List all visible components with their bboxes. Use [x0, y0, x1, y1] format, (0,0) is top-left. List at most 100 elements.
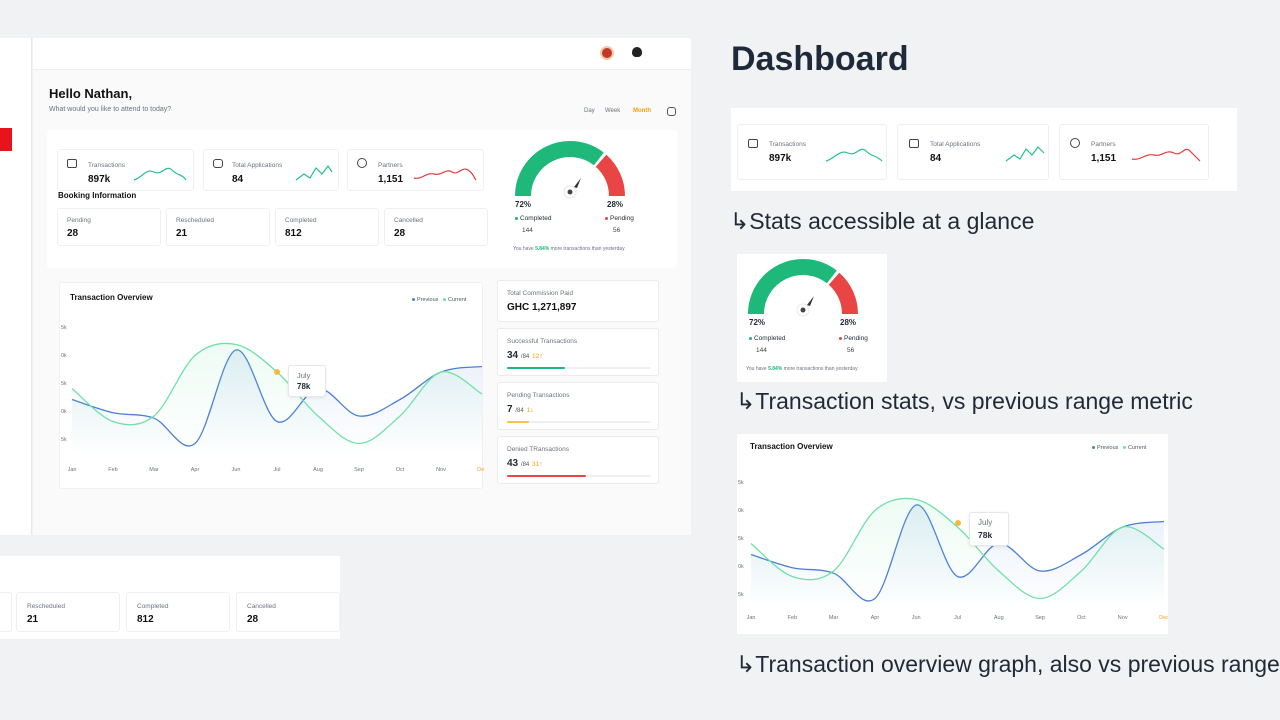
tab-month[interactable]: Month [633, 108, 651, 114]
stat-card-transactions[interactable]: Transactions 897k [57, 149, 194, 191]
sidebar-active-marker[interactable] [0, 128, 12, 151]
stat-label: Total Applications [232, 162, 283, 169]
pending-transactions-card[interactable]: Pending Transactions 7 /84 1↓ [497, 382, 659, 430]
side-value: 43 /84 31↑ [507, 458, 543, 469]
x-tick-label: Jan [68, 467, 77, 473]
commission-label: Total Commission Paid [507, 290, 574, 297]
series-area-current [72, 343, 482, 455]
y-tick-label: 0k [61, 353, 67, 359]
x-tick-label: Nov [436, 467, 446, 473]
x-tick-label: Jun [232, 467, 241, 473]
booking-value: 28 [394, 228, 406, 239]
gauge-completed-pct: 72% [515, 200, 532, 209]
booking-card-pending[interactable]: Pending 28 [57, 208, 161, 246]
greeting-title: Hello Nathan, [49, 86, 133, 101]
booking-value: 812 [285, 228, 302, 239]
booking-value: 21 [176, 228, 188, 239]
booking-label: Rescheduled [27, 603, 65, 610]
y-tick-label: 5k [61, 437, 67, 443]
plus-box-icon [909, 139, 919, 148]
booking-card-pending[interactable] [0, 592, 12, 632]
x-tick-label: Aug [994, 615, 1004, 621]
series-area-current [751, 498, 1164, 610]
progress-fill [507, 475, 587, 477]
gauge-chart [515, 141, 625, 199]
gauge-hub-dot [800, 307, 806, 313]
booking-label: Rescheduled [176, 217, 214, 224]
tab-week[interactable]: Week [605, 108, 620, 114]
caption-gauge: ↳Transaction stats, vs previous range me… [736, 388, 1193, 414]
side-value: 7 /84 1↓ [507, 404, 534, 415]
arrow-down-icon: ↓ [530, 407, 534, 414]
gauge-completed-legend: Completed [749, 335, 785, 342]
booking-card-rescheduled[interactable]: Rescheduled 21 [166, 208, 270, 246]
top-bar [33, 38, 691, 70]
gauge-needle [574, 178, 581, 188]
denied-transactions-card[interactable]: Denied TRansactions 43 /84 31↑ [497, 436, 659, 484]
stat-card-applications[interactable]: Total Applications 84 [203, 149, 339, 191]
x-tick-label: Mar [149, 467, 159, 473]
x-tick-label: Apr [871, 615, 880, 621]
booking-card-completed[interactable]: Completed 812 [275, 208, 379, 246]
commission-card[interactable]: Total Commission Paid GHC 1,271,897 [497, 280, 659, 322]
caption-overview: ↳Transaction overview graph, also vs pre… [736, 651, 1280, 677]
booking-label: Completed [137, 603, 169, 610]
progress-track [507, 421, 651, 423]
sparkline [413, 168, 477, 181]
stat-label: Partners [378, 162, 403, 169]
x-tick-label: Jul [273, 467, 280, 473]
progress-track [507, 367, 651, 369]
tab-day[interactable]: Day [584, 108, 595, 114]
booking-value: 28 [67, 228, 79, 239]
y-tick-label: 0k [738, 564, 744, 570]
gauge-completed-pct: 72% [749, 318, 766, 327]
arrow-up-icon: ↑ [539, 353, 543, 360]
calendar-icon[interactable] [667, 107, 676, 116]
overview-line-chart: 5k 0k 5k 0k 5k Jan Feb Mar Apr Jun Jul Aug Sep Oct Nov… [738, 480, 1168, 621]
stat-card-applications[interactable]: Total Applications 84 [897, 124, 1049, 180]
progress-fill [507, 367, 565, 369]
overview-legend: Previous Current [1092, 445, 1146, 451]
progress-fill [507, 421, 529, 423]
sidebar [0, 38, 32, 535]
gauge-pending-count: 56 [613, 227, 621, 234]
overview-line-chart: 5k 0k 5k 0k 5k Jan Feb Mar Apr Jun Jul Aug Sep Oct Nov… [61, 325, 484, 473]
booking-card-cancelled[interactable]: Cancelled 28 [236, 592, 340, 632]
overview-legend: Previous Current [412, 297, 466, 303]
booking-card-rescheduled[interactable]: Rescheduled 21 [16, 592, 120, 632]
user-circle-icon [357, 158, 367, 168]
notification-bell-icon[interactable] [632, 47, 642, 57]
x-tick-label: Jun [912, 615, 921, 621]
gauge-pending-pct: 28% [607, 200, 624, 209]
gauge-pending-arc [595, 154, 625, 197]
sparkline [1131, 148, 1201, 162]
stat-label: Transactions [88, 162, 125, 169]
y-tick-label: 0k [738, 508, 744, 514]
commission-value: GHC 1,271,897 [507, 302, 577, 313]
booking-value: 21 [27, 614, 39, 625]
greeting-subtitle: What would you like to attend to today? [49, 106, 172, 113]
stat-card-partners[interactable]: Partners 1,151 [1059, 124, 1209, 180]
stat-card-transactions[interactable]: Transactions 897k [737, 124, 887, 180]
booking-label: Pending [67, 217, 91, 224]
user-circle-icon [1070, 138, 1080, 148]
booking-card-cancelled[interactable]: Cancelled 28 [384, 208, 488, 246]
booking-value: 812 [137, 614, 154, 625]
stat-card-partners[interactable]: Partners 1,151 [347, 149, 484, 191]
x-tick-label: Mar [829, 615, 839, 621]
booking-card-completed[interactable]: Completed 812 [126, 592, 230, 632]
tooltip-month: July [978, 518, 993, 527]
gauge-zoom: 72% 28% Completed Pending 144 56 You hav… [737, 254, 887, 382]
side-label: Successful Transactions [507, 338, 578, 345]
avatar[interactable] [600, 46, 614, 60]
gauge-completed-legend: Completed [515, 215, 551, 222]
card-icon [748, 139, 758, 148]
gauge-note: You have 5.84% more transactions than ye… [746, 366, 858, 372]
successful-transactions-card[interactable]: Successful Transactions 34 /84 12↑ [497, 328, 659, 376]
y-tick-label: 5k [738, 536, 744, 542]
tooltip-marker [955, 520, 961, 526]
overview-title: Transaction Overview [70, 293, 153, 302]
stat-label: Transactions [769, 141, 806, 148]
x-tick-label: Sep [1035, 615, 1045, 621]
booking-label: Cancelled [394, 217, 423, 224]
